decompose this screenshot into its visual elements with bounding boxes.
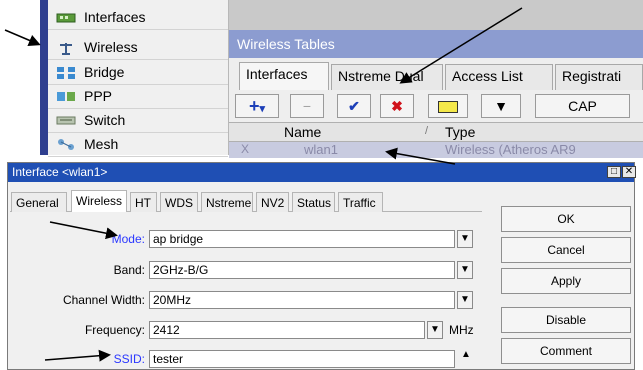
arrow-to-mode xyxy=(49,221,118,240)
arrow-to-wlan1 xyxy=(385,147,456,165)
arrow-to-tab xyxy=(399,7,523,84)
arrow-to-wireless xyxy=(4,29,41,47)
arrow-to-ssid xyxy=(44,349,111,362)
annotation-arrows xyxy=(4,7,523,362)
